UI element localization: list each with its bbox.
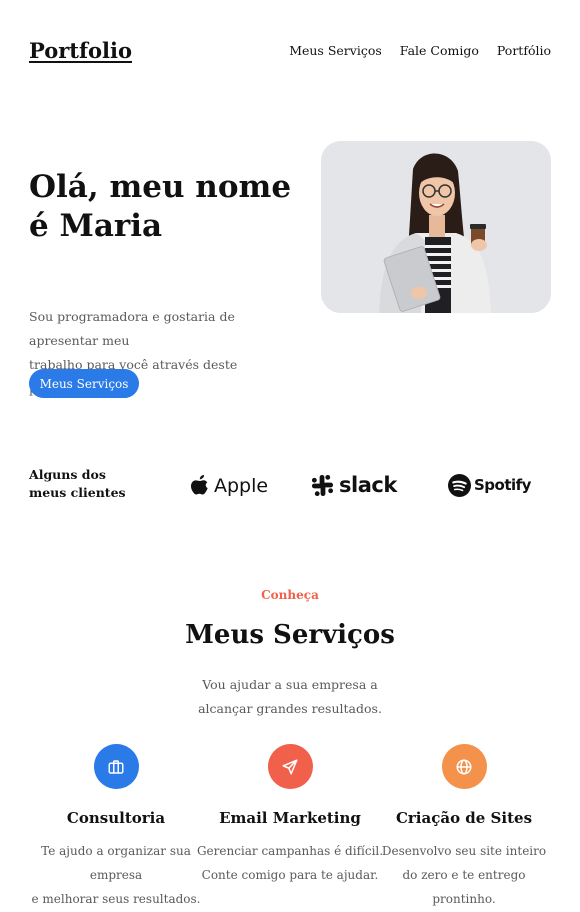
hero-title: Olá, meu nome é Maria	[29, 168, 299, 246]
woman-portrait-illustration	[321, 141, 551, 313]
client-logo-apple-text: Apple	[214, 475, 269, 497]
service-name: Consultoria	[66, 809, 166, 827]
service-description-line2: Conte comigo para te ajudar.	[201, 868, 379, 882]
slack-icon	[311, 474, 334, 496]
services-eyebrow: Conheça	[261, 588, 319, 602]
services-subtitle-line1: Vou ajudar a sua empresa a	[202, 677, 378, 692]
globe-icon	[441, 744, 487, 789]
nav-link-portfolio[interactable]: Portfólio	[497, 43, 551, 58]
client-logo-slack-text: slack	[339, 473, 397, 497]
service-name: Criação de Sites	[395, 809, 533, 827]
service-description: Desenvolvo seu site inteiro do zero e te…	[369, 839, 559, 911]
hero-title-line1: Olá, meu nome	[29, 169, 292, 205]
main-nav: Meus Serviços Fale Comigo Portfólio	[289, 43, 551, 58]
send-icon	[267, 744, 313, 789]
services-subtitle: Vou ajudar a sua empresa a alcançar gran…	[190, 673, 390, 721]
service-card-criacao-de-sites: Criação de Sites Desenvolvo seu site int…	[369, 744, 559, 911]
site-header: Portfolio Meus Serviços Fale Comigo Port…	[29, 38, 551, 66]
service-description: Te ajudo a organizar sua empresa e melho…	[21, 839, 211, 911]
service-description: Gerenciar campanhas é difícil. Conte com…	[195, 839, 385, 887]
hero-description-line1: Sou programadora e gostaria de apresenta…	[29, 309, 235, 348]
nav-link-contact[interactable]: Fale Comigo	[400, 43, 479, 58]
client-logo-spotify-text: Spotify	[474, 476, 531, 494]
service-description-line2: e melhorar seus resultados.	[31, 892, 201, 906]
clients-label-line1: Alguns dos	[29, 467, 106, 482]
service-description-line2: do zero e te entrego prontinho.	[402, 868, 526, 906]
clients-label: Alguns dos meus clientes	[29, 466, 139, 502]
hero-title-line2: é Maria	[29, 208, 163, 244]
service-card-consultoria: Consultoria Te ajudo a organizar sua emp…	[21, 744, 211, 911]
service-description-line1: Desenvolvo seu site inteiro	[381, 844, 547, 858]
apple-icon	[191, 474, 208, 495]
hero-services-button[interactable]: Meus Serviços	[29, 369, 139, 398]
clients-label-line2: meus clientes	[29, 485, 126, 500]
service-name: Email Marketing	[219, 809, 361, 827]
services-subtitle-line2: alcançar grandes resultados.	[198, 701, 382, 716]
client-logo-apple: Apple	[190, 472, 268, 500]
site-logo[interactable]: Portfolio	[29, 38, 132, 63]
service-description-line1: Gerenciar campanhas é difícil.	[196, 844, 384, 858]
spotify-icon	[448, 473, 471, 497]
client-logo-slack: slack	[311, 471, 397, 499]
services-title: Meus Serviços	[185, 620, 395, 650]
nav-link-services[interactable]: Meus Serviços	[289, 43, 382, 58]
client-logo-spotify: Spotify	[448, 472, 531, 498]
service-card-email-marketing: Email Marketing Gerenciar campanhas é di…	[195, 744, 385, 887]
hero-photo	[321, 141, 551, 313]
briefcase-icon	[93, 744, 139, 789]
service-description-line1: Te ajudo a organizar sua empresa	[41, 844, 191, 882]
